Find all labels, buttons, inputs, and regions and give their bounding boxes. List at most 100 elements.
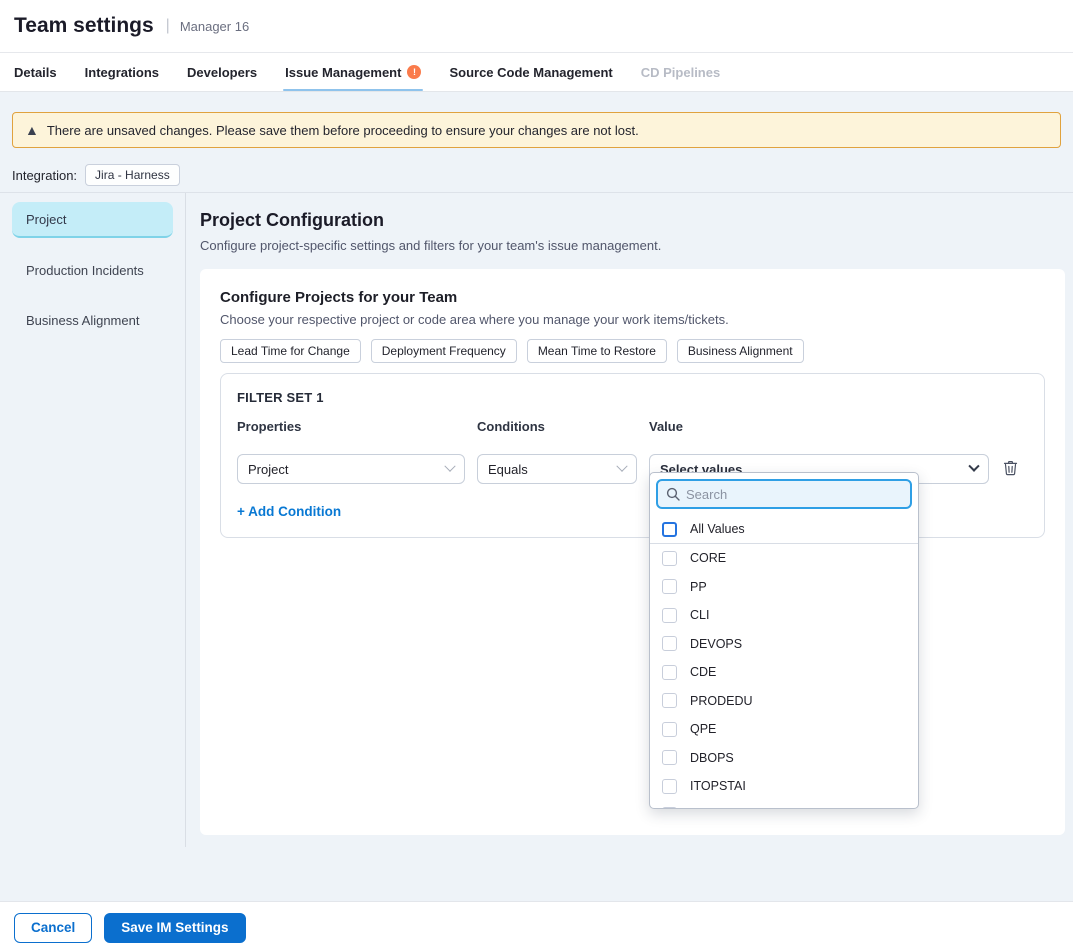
filter-set-1: FILTER SET 1 Properties Conditions Value… [220,373,1045,538]
tab-issue-management[interactable]: Issue Management! [285,53,421,91]
metric-chip-row: Lead Time for Change Deployment Frequency… [220,339,1045,363]
tab-details[interactable]: Details [14,53,57,91]
integration-chip[interactable]: Jira - Harness [85,164,180,186]
option-checkbox[interactable] [662,665,677,680]
integration-row: Integration: Jira - Harness [12,164,1061,186]
integration-label: Integration: [12,168,77,183]
option-label: CORE [690,551,726,565]
dropdown-option-cde[interactable]: CDE [650,658,918,687]
dropdown-option-dbops[interactable]: DBOPS [650,744,918,773]
page-header: Team settings | Manager 16 [0,0,1073,53]
footer-spacer [0,847,1073,901]
option-checkbox[interactable] [662,551,677,566]
dropdown-option-devops[interactable]: DEVOPS [650,630,918,659]
filter-set-title: FILTER SET 1 [237,390,1028,405]
option-checkbox[interactable] [662,693,677,708]
metric-chip-business-alignment[interactable]: Business Alignment [677,339,804,363]
chevron-down-icon [444,461,455,472]
option-checkbox[interactable] [662,608,677,623]
configure-projects-card: Configure Projects for your Team Choose … [200,269,1065,835]
dropdown-option-pipe[interactable]: PIPE [650,801,918,810]
add-condition-button[interactable]: + Add Condition [237,504,341,519]
trash-icon [1003,460,1018,476]
tab-developers[interactable]: Developers [187,53,257,91]
save-im-settings-button[interactable]: Save IM Settings [104,913,245,943]
dropdown-option-prodedu[interactable]: PRODEDU [650,687,918,716]
dropdown-option-pp[interactable]: PP [650,573,918,602]
sidebar: Project Production Incidents Business Alig… [0,193,186,847]
trash-cell [1001,458,1028,481]
option-checkbox[interactable] [662,722,677,737]
dropdown-option-cli[interactable]: CLI [650,601,918,630]
sidebar-item-project[interactable]: Project [12,202,173,238]
properties-select[interactable]: Project [237,454,465,484]
option-label: PRODEDU [690,694,753,708]
option-label: DBOPS [690,751,734,765]
dropdown-search [656,479,912,509]
chevron-down-icon [968,461,979,472]
tab-label: Issue Management [285,65,401,80]
select-all-label: All Values [690,522,745,536]
properties-select-value: Project [248,462,288,477]
alert-badge-icon: ! [407,65,421,79]
title-divider: | [166,17,170,35]
conditions-column-label: Conditions [477,419,637,434]
search-input[interactable] [686,487,902,502]
value-cell: Select values... [649,434,989,484]
value-column-label: Value [649,419,989,434]
option-label: PIPE [690,808,719,809]
body-row: Project Production Incidents Business Alig… [0,193,1073,847]
dropdown-option-itopstai[interactable]: ITOPSTAI [650,772,918,801]
team-settings-page: Team settings | Manager 16 Details Integr… [0,0,1073,951]
metric-chip-mean-time-to-restore[interactable]: Mean Time to Restore [527,339,667,363]
option-label: CLI [690,608,709,622]
page-title: Team settings [14,14,154,38]
tab-label: Source Code Management [449,65,612,80]
option-checkbox[interactable] [662,750,677,765]
main-content: Project Configuration Configure project-… [186,193,1073,847]
option-checkbox[interactable] [662,807,677,809]
option-checkbox[interactable] [662,579,677,594]
tab-label: Details [14,65,57,80]
delete-filter-button[interactable] [1001,458,1020,481]
warning-icon: ▲︎ [25,123,39,137]
option-label: QPE [690,722,716,736]
option-label: CDE [690,665,716,679]
card-subtitle: Choose your respective project or code a… [220,312,1045,327]
option-label: ITOPSTAI [690,779,746,793]
tab-cd-pipelines[interactable]: CD Pipelines [641,53,720,91]
sidebar-item-business-alignment[interactable]: Business Alignment [12,302,173,338]
properties-column-label: Properties [237,419,465,434]
section-subtitle: Configure project-specific settings and … [200,237,1073,255]
select-all-option[interactable]: All Values [650,515,918,544]
cancel-button[interactable]: Cancel [14,913,92,943]
page-subtitle: Manager 16 [180,19,249,34]
footer-action-bar: Cancel Save IM Settings [0,901,1073,951]
metric-chip-lead-time-for-change[interactable]: Lead Time for Change [220,339,361,363]
filter-grid: Properties Conditions Value Project Equa… [237,405,1028,484]
dropdown-options: CORE PP CLI DEVOPS CDE PRODEDU QPE DBOPS ITOPSTA… [650,544,918,809]
card-title: Configure Projects for your Team [220,289,1045,306]
dropdown-option-core[interactable]: CORE [650,544,918,573]
dropdown-option-qpe[interactable]: QPE [650,715,918,744]
sidebar-item-production-incidents[interactable]: Production Incidents [12,252,173,288]
value-dropdown-panel: All Values CORE PP CLI DEVOPS CDE PRODEDU QPE D… [649,472,919,809]
tab-bar: Details Integrations Developers Issue Manag… [0,53,1073,92]
chevron-down-icon [616,461,627,472]
search-icon [666,487,680,501]
tab-label: Developers [187,65,257,80]
option-label: PP [690,580,707,594]
banner-text: There are unsaved changes. Please save t… [47,123,639,138]
tab-integrations[interactable]: Integrations [85,53,159,91]
tab-source-code-management[interactable]: Source Code Management [449,53,612,91]
option-label: DEVOPS [690,637,742,651]
conditions-select[interactable]: Equals [477,454,637,484]
tab-label: CD Pipelines [641,65,720,80]
select-all-checkbox[interactable] [662,522,677,537]
section-title: Project Configuration [200,209,1073,231]
conditions-select-value: Equals [488,462,528,477]
tab-label: Integrations [85,65,159,80]
option-checkbox[interactable] [662,636,677,651]
option-checkbox[interactable] [662,779,677,794]
metric-chip-deployment-frequency[interactable]: Deployment Frequency [371,339,517,363]
